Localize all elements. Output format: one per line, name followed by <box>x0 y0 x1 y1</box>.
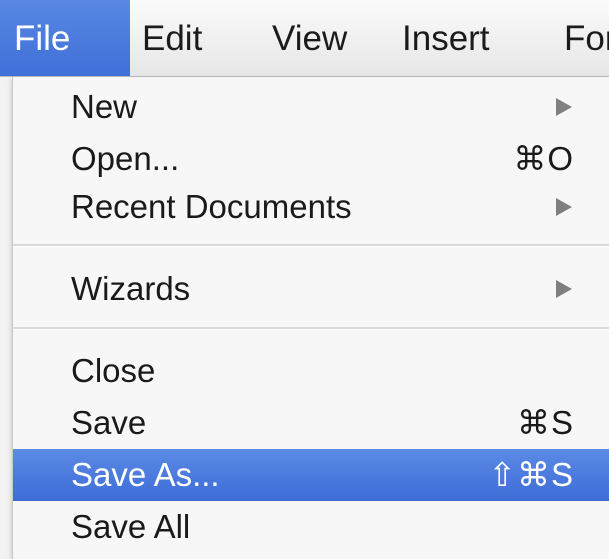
file-menu-dropdown: New Open... ⌘O Recent Documents Wizards … <box>12 77 609 559</box>
menu-item-label: Save <box>71 404 147 441</box>
menu-item-label: Recent Documents <box>71 188 352 225</box>
menu-separator <box>13 244 609 247</box>
chevron-right-icon <box>556 280 572 298</box>
chevron-right-icon <box>556 198 572 216</box>
menu-bar: File Edit View Insert For <box>0 0 609 77</box>
screen: File Edit View Insert For New Open... ⌘O… <box>0 0 609 559</box>
shortcut-label: ⌘S <box>516 404 574 441</box>
menubar-file[interactable]: File <box>0 0 130 76</box>
menu-item-save-as[interactable]: Save As... ⇧⌘S <box>13 449 609 501</box>
menubar-edit[interactable]: Edit <box>128 0 216 76</box>
shortcut-label: ⌘O <box>513 140 574 177</box>
menu-item-label: Save As... <box>71 456 220 493</box>
menu-item-label: Wizards <box>71 270 191 307</box>
menu-item-save[interactable]: Save ⌘S <box>13 397 609 449</box>
menubar-view[interactable]: View <box>258 0 361 76</box>
menu-item-label: Save All <box>71 508 191 545</box>
menu-item-new[interactable]: New <box>13 81 609 133</box>
menu-item-close[interactable]: Close <box>13 345 609 397</box>
menu-separator <box>13 327 609 330</box>
menu-item-wizards[interactable]: Wizards <box>13 263 609 315</box>
menubar-insert[interactable]: Insert <box>388 0 504 76</box>
menu-item-label: Open... <box>71 140 180 177</box>
menu-item-label: New <box>71 88 138 125</box>
menu-item-recent-documents[interactable]: Recent Documents <box>13 181 609 233</box>
menu-item-open[interactable]: Open... ⌘O <box>13 133 609 185</box>
menu-item-save-all[interactable]: Save All <box>13 501 609 553</box>
chevron-right-icon <box>556 98 572 116</box>
shortcut-label: ⇧⌘S <box>488 456 574 493</box>
menu-item-label: Close <box>71 352 156 389</box>
menubar-format[interactable]: For <box>550 0 609 76</box>
